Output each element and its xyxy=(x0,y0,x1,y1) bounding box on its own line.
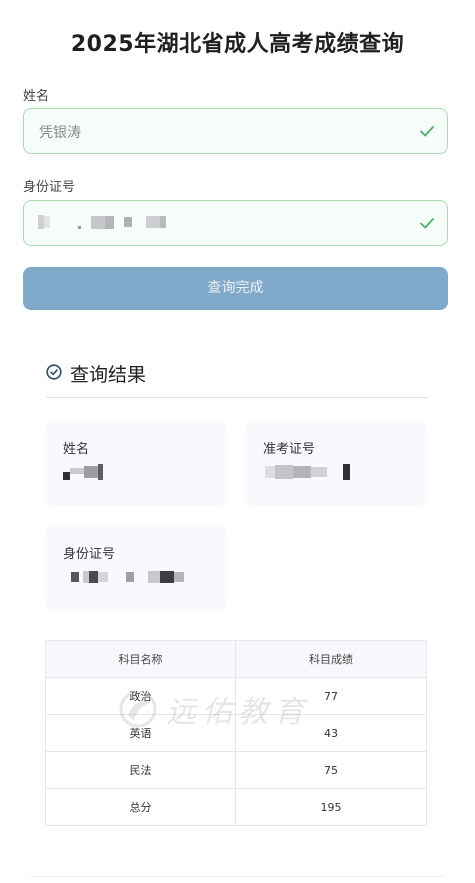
table-row: 政治 77 xyxy=(45,677,427,715)
subject-cell: 政治 xyxy=(45,677,236,715)
id-field-label: 身份证号 xyxy=(23,180,76,195)
subject-cell: 民法 xyxy=(45,751,236,789)
page-title: 2025年湖北省成人高考成绩查询 xyxy=(70,32,405,57)
score-cell: 43 xyxy=(235,714,427,752)
id-field[interactable] xyxy=(23,200,448,246)
result-id-card: 身份证号 xyxy=(45,525,227,611)
result-id-label: 身份证号 xyxy=(63,547,116,562)
id-field-mosaic xyxy=(38,215,166,229)
result-exam-no-label: 准考证号 xyxy=(263,442,316,457)
table-row: 总分 195 xyxy=(45,788,427,826)
result-exam-no-card: 准考证号 xyxy=(245,420,427,506)
query-button[interactable]: 查询完成 xyxy=(23,267,448,310)
circle-check-icon xyxy=(46,364,62,380)
subject-cell: 总分 xyxy=(45,788,236,826)
subject-cell: 英语 xyxy=(45,714,236,752)
scores-header-row: 科目名称 科目成绩 xyxy=(45,640,427,678)
score-cell: 75 xyxy=(235,751,427,789)
name-field[interactable]: 凭银涛 xyxy=(23,108,448,154)
column-header-score: 科目成绩 xyxy=(235,640,427,678)
check-icon xyxy=(420,218,434,229)
result-id-mosaic xyxy=(71,571,184,583)
result-name-mosaic xyxy=(63,464,103,480)
bottom-divider xyxy=(30,876,445,877)
check-icon xyxy=(420,126,434,137)
scores-table: 科目名称 科目成绩 政治 77 英语 43 民法 75 总分 195 xyxy=(45,640,427,826)
name-field-label: 姓名 xyxy=(23,89,50,104)
score-cell: 195 xyxy=(235,788,427,826)
score-cell: 77 xyxy=(235,677,427,715)
result-header: 查询结果 xyxy=(46,360,427,398)
name-field-value: 凭银涛 xyxy=(39,125,81,141)
result-title: 查询结果 xyxy=(70,364,147,386)
table-row: 民法 75 xyxy=(45,751,427,789)
table-row: 英语 43 xyxy=(45,714,427,752)
result-name-card: 姓名 xyxy=(45,420,227,506)
result-name-label: 姓名 xyxy=(63,442,90,457)
column-header-subject: 科目名称 xyxy=(45,640,236,678)
result-exam-no-mosaic xyxy=(265,464,350,480)
